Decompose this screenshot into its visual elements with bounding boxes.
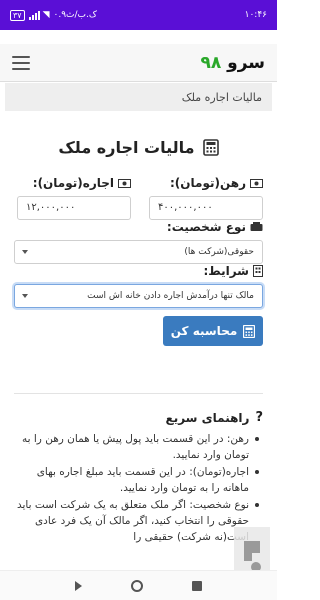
- person-type-label: نوع شخصیت:: [167, 220, 263, 234]
- brand-word: سرو: [227, 52, 265, 73]
- question-icon: ?: [255, 410, 263, 425]
- system-nav-bar: [0, 570, 277, 600]
- calculator-icon: [243, 324, 256, 338]
- status-left: ۳۷ ◥ ۰.۹ک.ب/ث: [10, 9, 97, 21]
- wifi-icon: ◥: [42, 10, 50, 20]
- network-speed: ۰.۹ک.ب/ث: [53, 10, 97, 20]
- chevron-down-icon: [22, 250, 28, 254]
- home-icon[interactable]: [130, 579, 143, 592]
- person-type-select[interactable]: حقوقی(شرکت ها): [14, 240, 263, 264]
- conditions-label: شرایط:: [203, 264, 263, 278]
- page-title: مالیات اجاره ملک: [0, 138, 277, 157]
- money-icon: [250, 178, 263, 188]
- clock: ۱۰:۴۶: [244, 10, 267, 20]
- breadcrumb: مالیات اجاره ملک: [5, 83, 272, 111]
- list-item: رهن: در این قسمت باید پول پیش یا همان ره…: [10, 431, 259, 463]
- app-logo[interactable]: سرو ۹۸: [200, 53, 265, 73]
- brand-number: ۹۸: [200, 52, 222, 73]
- chevron-down-icon: [22, 294, 28, 298]
- page-title-text: مالیات اجاره ملک: [58, 138, 195, 157]
- guide-title: ? راهنمای سریع: [165, 410, 263, 425]
- status-bar: ۳۷ ◥ ۰.۹ک.ب/ث ۱۰:۴۶: [0, 0, 277, 30]
- back-icon[interactable]: [74, 580, 82, 591]
- keyboard-icon: [250, 222, 263, 231]
- ejare-label: اجاره(تومان):: [33, 176, 131, 190]
- money-icon: [118, 178, 131, 188]
- battery-icon: ۳۷: [10, 9, 25, 21]
- recent-apps-icon[interactable]: [192, 580, 203, 591]
- tax-form: مالیات اجاره ملک رهن(تومان): ۴۰۰,۰۰۰,۰۰۰…: [0, 126, 277, 378]
- list-item: نوع شخصیت: اگر ملک متعلق به یک شرکت است …: [10, 497, 259, 545]
- ejare-input[interactable]: ۱۲,۰۰۰,۰۰۰: [17, 196, 131, 220]
- conditions-select[interactable]: مالک تنها درآمدش اجاره دادن خانه اش است: [14, 284, 263, 308]
- hamburger-icon[interactable]: [12, 55, 30, 70]
- rahn-input[interactable]: ۴۰۰,۰۰۰,۰۰۰: [149, 196, 263, 220]
- signal-icon: [28, 10, 40, 20]
- divider: [14, 393, 263, 394]
- rahn-label: رهن(تومان):: [170, 176, 263, 190]
- list-item: اجاره(تومان): در این قسمت باید مبلغ اجار…: [10, 464, 259, 496]
- calculate-button[interactable]: محاسبه کن: [163, 316, 263, 346]
- calculator-icon: [202, 139, 219, 156]
- app-bar: سرو ۹۸: [0, 44, 277, 82]
- building-icon: [253, 265, 263, 277]
